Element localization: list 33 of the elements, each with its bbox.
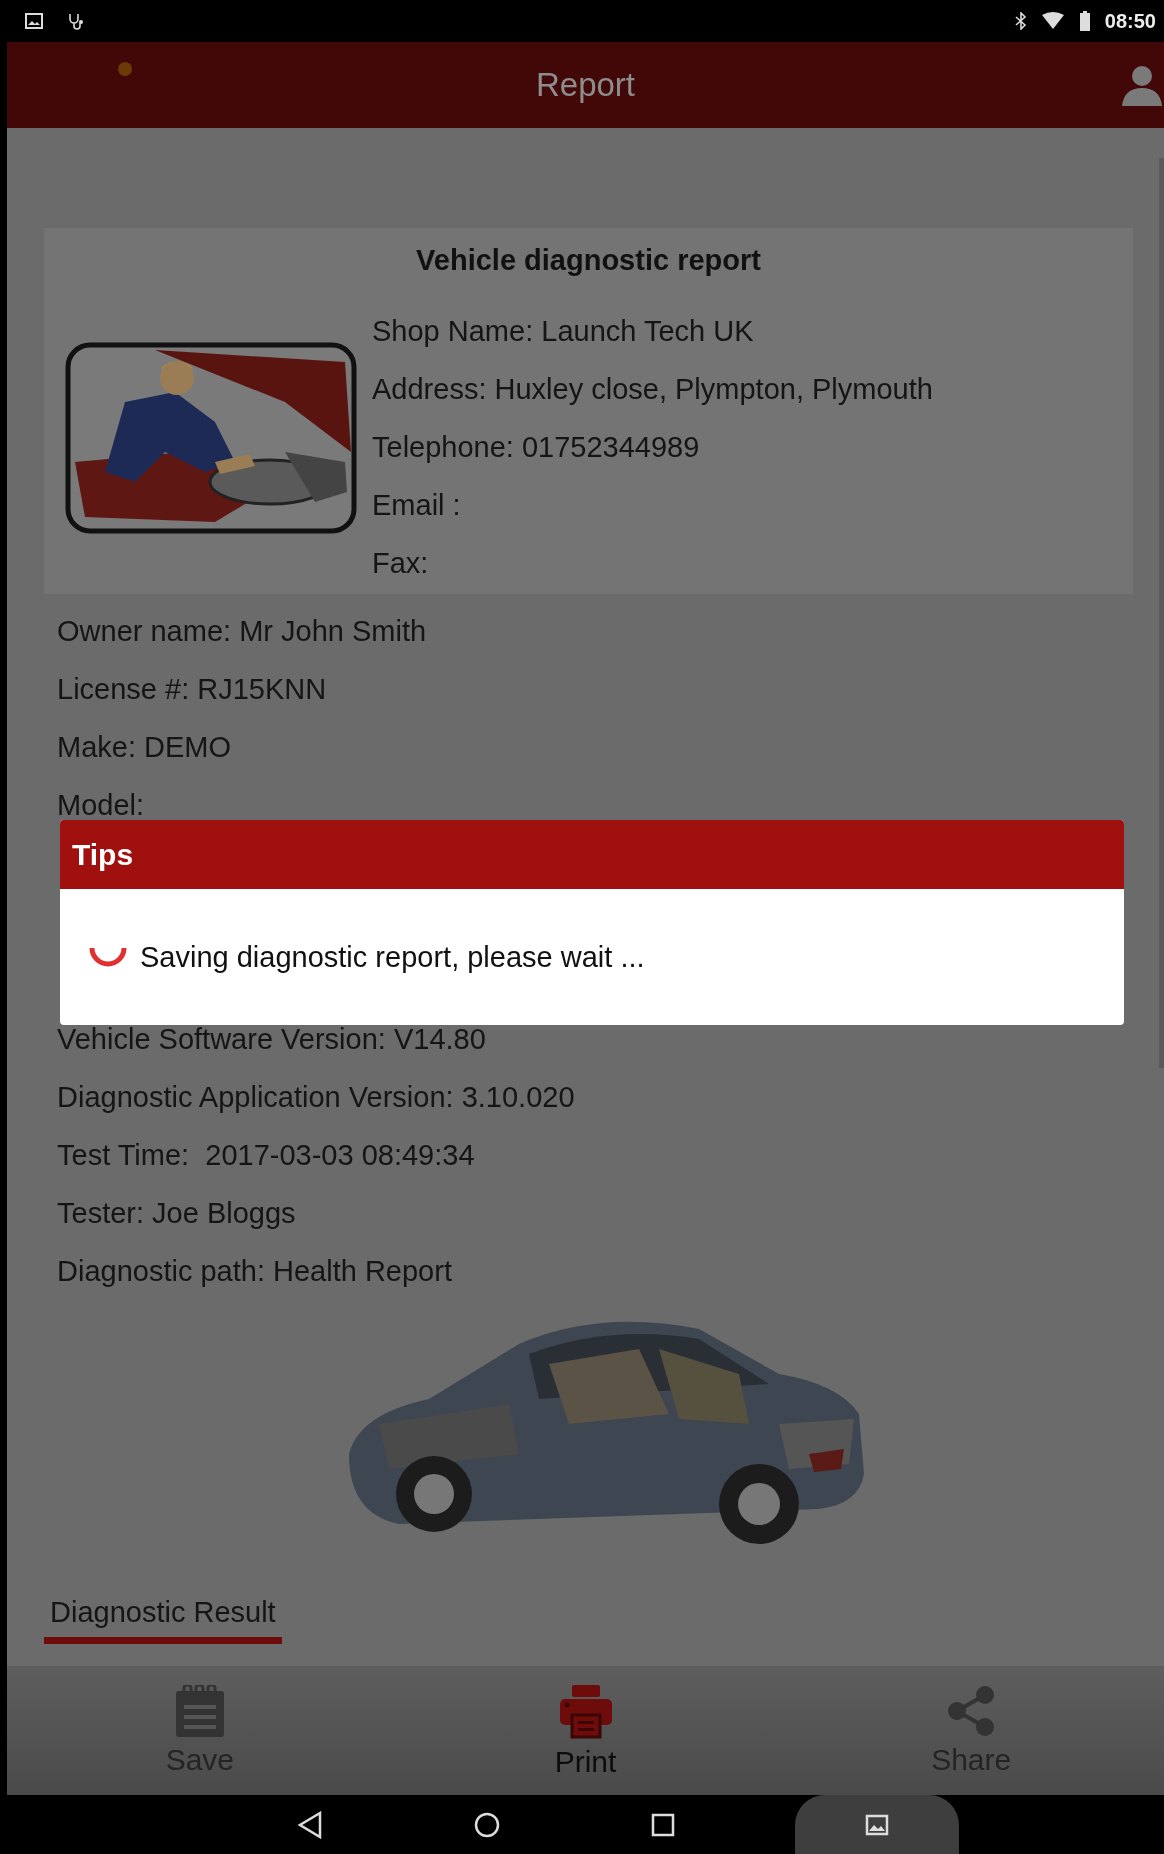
shop-info-line: Address: Huxley close, Plympton, Plymouth	[372, 372, 933, 407]
print-button[interactable]: Print	[392, 1666, 779, 1795]
vehicle-info-line: Tester: Joe Bloggs	[57, 1196, 297, 1231]
shop-info-line: Telephone: 01752344989	[372, 430, 701, 465]
shop-info-line: Shop Name: Launch Tech UK	[372, 314, 755, 349]
page-title: Report	[535, 66, 636, 104]
vehicle-info-line: Model:	[57, 788, 146, 823]
recents-icon[interactable]	[651, 1812, 675, 1837]
diagnostic-result-tab[interactable]: Diagnostic Result	[44, 1582, 282, 1644]
vehicle-info-line: License #: RJ15KNN	[57, 672, 328, 707]
dialog-title: Tips	[60, 820, 1124, 889]
printer-icon	[557, 1682, 614, 1739]
back-icon[interactable]	[297, 1810, 323, 1839]
screenshot-button[interactable]	[795, 1795, 959, 1854]
vehicle-info-line: Diagnostic Application Version: 3.10.020	[57, 1080, 576, 1115]
image-icon	[865, 1813, 889, 1836]
vehicle-info-line: Diagnostic path: Health Report	[57, 1254, 453, 1289]
shop-info-line: Email :	[372, 488, 462, 523]
notepad-icon	[173, 1684, 226, 1737]
bluetooth-icon	[1014, 12, 1027, 30]
image-icon	[25, 13, 43, 29]
vehicle-info-line: Test Time: 2017-03-03 08:49:34	[57, 1138, 476, 1173]
dialog-message: Saving diagnostic report, please wait ...	[140, 940, 645, 974]
report-title: Vehicle diagnostic report	[415, 243, 762, 278]
clock: 08:50	[1104, 9, 1156, 33]
vehicle-info-line: Vehicle Software Version: V14.80	[57, 1022, 487, 1057]
notification-dot	[118, 62, 132, 76]
vehicle-info-line: Owner name: Mr John Smith	[57, 614, 428, 649]
battery-icon	[1078, 11, 1091, 31]
wifi-icon	[1040, 12, 1065, 30]
home-icon[interactable]	[473, 1810, 501, 1839]
shop-info-line: Fax:	[372, 546, 430, 581]
vehicle-info-line: Make: DEMO	[57, 730, 233, 765]
